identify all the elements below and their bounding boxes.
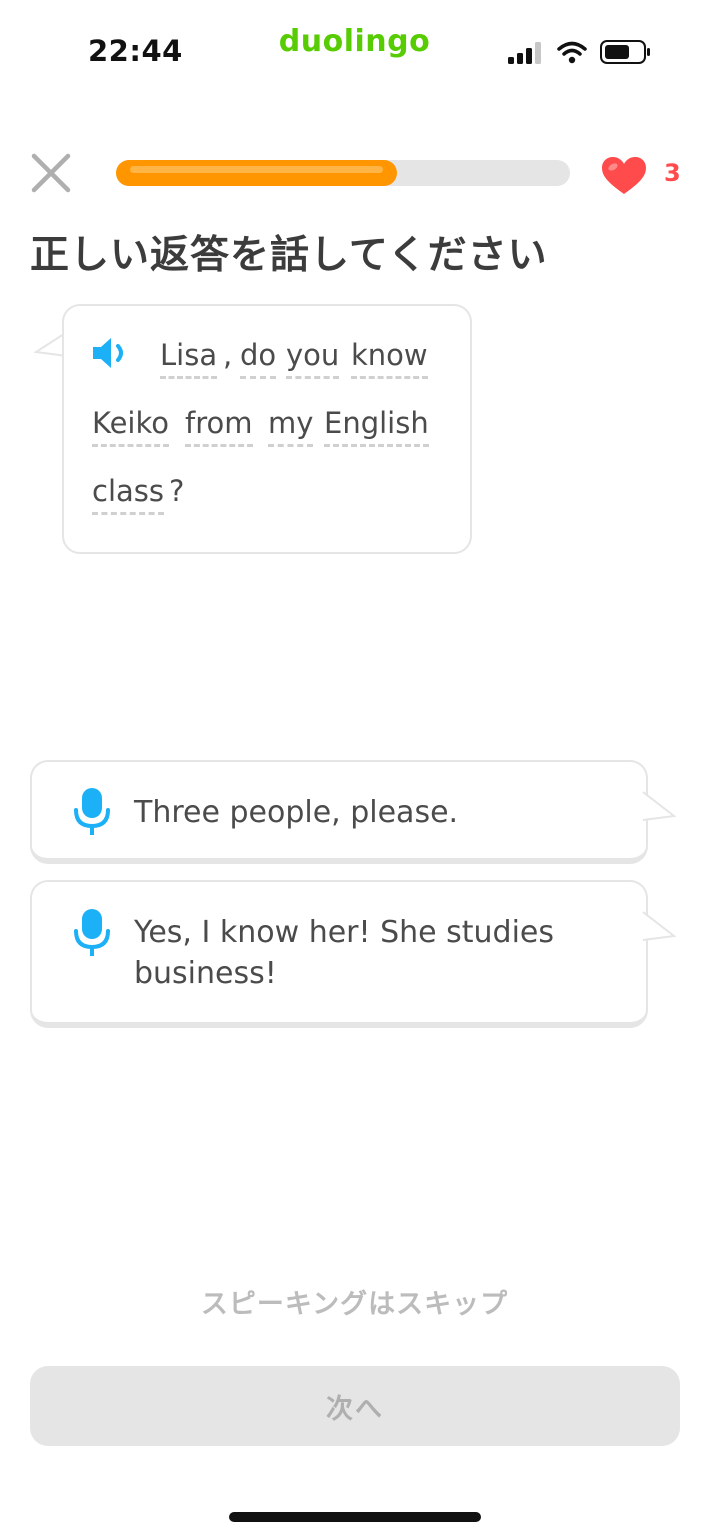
prompt-bubble: Lisa , do you know Keiko from my English…	[62, 304, 472, 554]
speaker-icon[interactable]	[90, 334, 130, 372]
microphone-icon	[74, 909, 110, 956]
signal-icon	[508, 42, 541, 64]
answer-option[interactable]: Yes, I know her! She studies business!	[30, 880, 648, 1028]
prompt-word[interactable]: from	[185, 404, 253, 447]
skip-speaking-button[interactable]: スピーキングはスキップ	[0, 1282, 709, 1321]
prompt-word[interactable]: class	[92, 472, 164, 515]
answer-option-text: Three people, please.	[134, 795, 459, 830]
prompt-word[interactable]: you	[286, 336, 340, 379]
lesson-progress-bar	[116, 160, 570, 186]
prompt-word[interactable]: Lisa	[160, 336, 218, 379]
lesson-progress-highlight	[130, 166, 383, 173]
lesson-progress-fill	[116, 160, 397, 186]
close-icon[interactable]	[30, 152, 72, 194]
prompt-word[interactable]: do	[240, 336, 277, 379]
prompt-word[interactable]: Keiko	[92, 404, 169, 447]
option-bubble-tail	[642, 911, 676, 941]
prompt-punctuation: ,	[223, 338, 233, 372]
heart-icon	[602, 157, 646, 194]
answer-option-text: Yes, I know her! She studies	[134, 915, 554, 950]
battery-icon	[600, 40, 650, 64]
prompt-word[interactable]: my	[268, 404, 314, 447]
prompt-word[interactable]: know	[351, 336, 428, 379]
page-title: 正しい返答を話してください	[30, 233, 548, 278]
hearts-count: 3	[664, 159, 681, 187]
wifi-icon	[557, 41, 587, 64]
microphone-icon	[74, 788, 110, 835]
option-bubble-tail	[642, 791, 676, 821]
answer-option-text: business!	[134, 956, 277, 991]
prompt-punctuation: ?	[169, 474, 185, 508]
next-button[interactable]: 次へ	[30, 1366, 680, 1446]
home-indicator[interactable]	[229, 1512, 481, 1522]
answer-option[interactable]: Three people, please.	[30, 760, 648, 864]
prompt-word[interactable]: English	[324, 404, 429, 447]
